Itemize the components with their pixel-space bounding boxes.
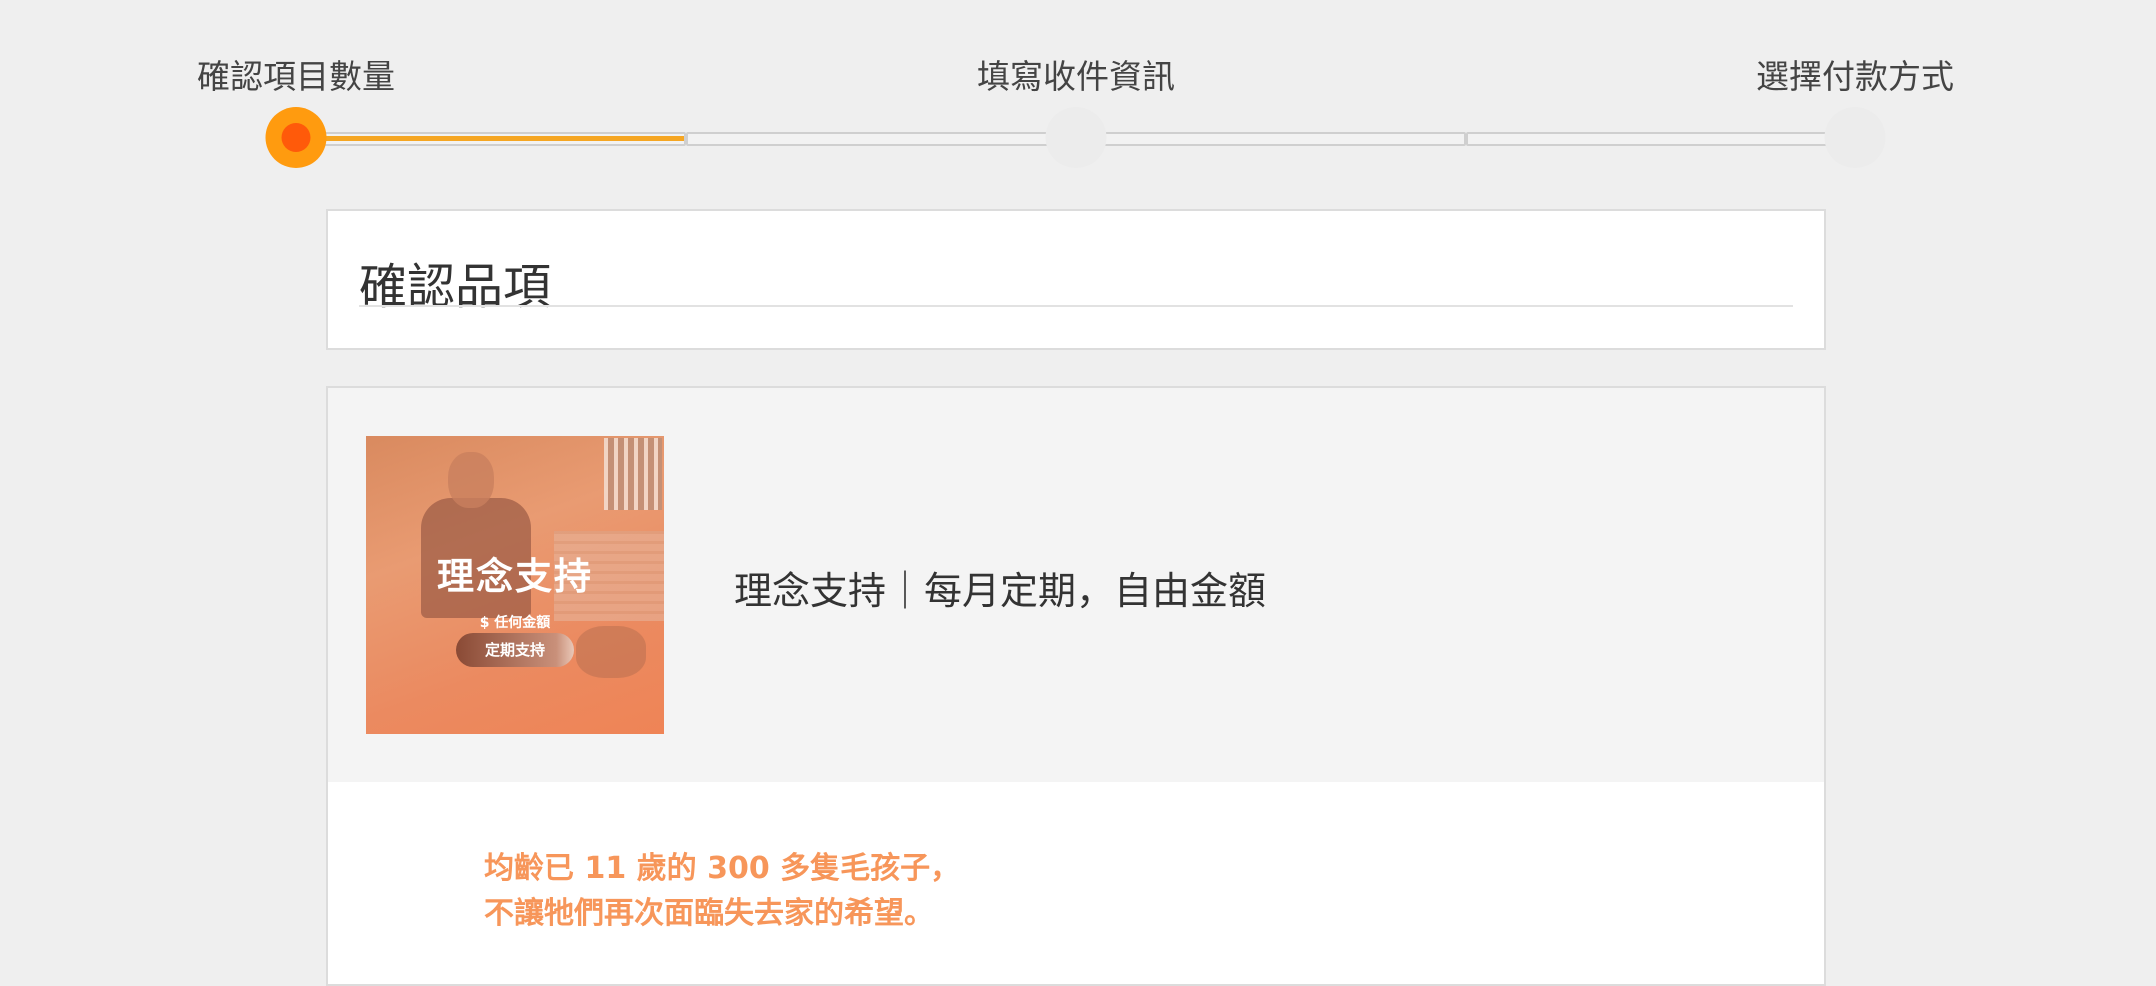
progress-track-segment <box>296 132 686 146</box>
section-header-card: 確認品項 <box>326 209 1826 350</box>
product-summary: 理念支持 $ 任何金額 定期支持 理念支持｜每月定期，自由金額 <box>328 388 1824 782</box>
progress-fill <box>298 136 684 141</box>
progress-track-segment <box>1076 132 1466 146</box>
step-label-confirm-items: 確認項目數量 <box>197 57 395 96</box>
progress-track-segment <box>1466 132 1855 146</box>
quote-line: 不讓牠們再次面臨失去家的希望。 <box>484 896 934 931</box>
image-dog-figure <box>576 626 646 678</box>
image-price-text: $ 任何金額 <box>479 615 551 631</box>
progress-stepper: 確認項目數量 填寫收件資訊 選擇付款方式 <box>0 0 2156 180</box>
quote-line: 均齡已 11 歲的 300 多隻毛孩子， <box>484 851 961 886</box>
image-window-decoration <box>604 438 662 510</box>
image-person-head <box>448 452 494 508</box>
product-name: 理念支持｜每月定期，自由金額 <box>734 569 1267 613</box>
product-image[interactable]: 理念支持 $ 任何金額 定期支持 <box>366 436 664 734</box>
step-label-shipping-info: 填寫收件資訊 <box>977 57 1175 96</box>
step-dot-payment-method <box>1824 107 1886 168</box>
step-label-payment-method: 選擇付款方式 <box>1756 57 1954 96</box>
image-title: 理念支持 <box>437 555 593 598</box>
image-pill-badge: 定期支持 <box>456 633 574 667</box>
step-dot-shipping-info <box>1045 107 1107 168</box>
step-dot-confirm-items <box>265 107 327 168</box>
section-divider <box>359 305 1793 307</box>
progress-track-segment <box>686 132 1076 146</box>
product-card: 理念支持 $ 任何金額 定期支持 理念支持｜每月定期，自由金額 均齡已 11 歲… <box>326 386 1826 986</box>
campaign-quote: 均齡已 11 歲的 300 多隻毛孩子， 不讓牠們再次面臨失去家的希望。 <box>484 846 960 936</box>
